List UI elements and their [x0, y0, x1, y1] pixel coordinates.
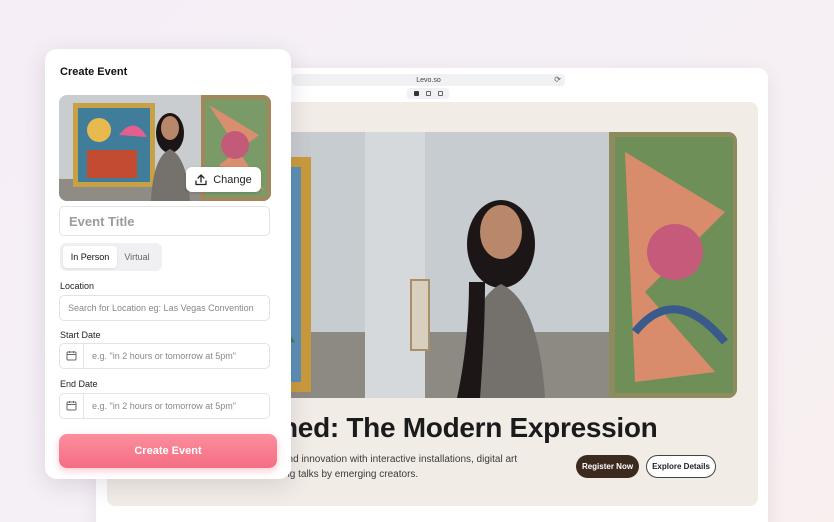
event-title-input[interactable]: [59, 206, 270, 236]
create-event-button[interactable]: Create Event: [59, 434, 277, 468]
device-switcher: [407, 88, 449, 99]
end-date-label: End Date: [60, 379, 98, 389]
calendar-icon: [66, 351, 77, 361]
calendar-icon: [66, 401, 77, 411]
location-label: Location: [60, 281, 95, 291]
location-input[interactable]: [59, 295, 270, 321]
address-bar[interactable]: Levo.so ⟳: [292, 74, 565, 86]
change-image-button[interactable]: Change: [186, 167, 261, 192]
hero-title: ned: The Modern Expression: [281, 412, 658, 443]
hero-description-line: and innovation with interactive installa…: [282, 454, 518, 465]
field-divider: [83, 343, 84, 369]
desktop-icon[interactable]: [413, 91, 419, 96]
upload-icon: [195, 173, 207, 185]
event-mode-toggle: In Person Virtual: [60, 243, 162, 271]
card-title: Create Event: [60, 66, 128, 78]
url-text: Levo.so: [416, 76, 441, 84]
end-date-input[interactable]: [59, 393, 270, 419]
start-date-input[interactable]: [59, 343, 270, 369]
create-event-card: Create Event Change In Pe: [45, 49, 291, 479]
change-label: Change: [213, 173, 252, 186]
explore-details-button[interactable]: Explore Details: [646, 455, 716, 478]
tablet-icon[interactable]: [425, 91, 431, 96]
field-divider: [83, 393, 84, 419]
tab-virtual[interactable]: Virtual: [117, 246, 157, 268]
end-date-field: [59, 393, 270, 419]
hero-description: and innovation with interactive installa…: [282, 452, 562, 482]
register-now-button[interactable]: Register Now: [576, 455, 639, 478]
event-cover-image: Change: [59, 95, 271, 201]
phone-icon[interactable]: [437, 91, 443, 96]
start-date-field: [59, 343, 270, 369]
tab-in-person[interactable]: In Person: [63, 246, 117, 268]
reload-icon[interactable]: ⟳: [554, 75, 561, 84]
start-date-label: Start Date: [60, 330, 101, 340]
hero-description-line: ing talks by emerging creators.: [282, 469, 419, 480]
